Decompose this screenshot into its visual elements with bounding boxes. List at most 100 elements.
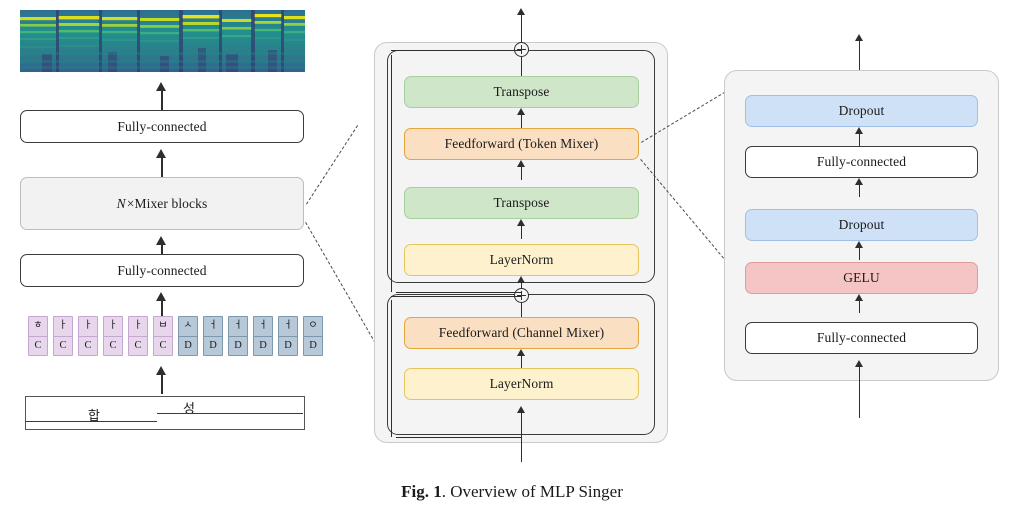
block-layernorm-channel-mixer[interactable]: LayerNorm xyxy=(404,368,639,400)
block-layernorm-token-mixer[interactable]: LayerNorm xyxy=(404,244,639,276)
block-label: Fully-connected xyxy=(117,262,207,278)
token-tag: C xyxy=(109,339,117,351)
token-tag: D xyxy=(259,339,267,351)
arrow-line-mixer-in xyxy=(521,412,522,462)
block-dropout-upper[interactable]: Dropout xyxy=(745,95,978,127)
figure-caption: Fig. 1. Overview of MLP Singer xyxy=(0,482,1024,502)
token-item[interactable]: ㅓ D xyxy=(253,316,273,356)
arrow-line-ln-channel-to-ff-channel xyxy=(521,355,522,368)
token-item[interactable]: ㅓ D xyxy=(203,316,223,356)
block-mixer-blocks[interactable]: N × Mixer blocks xyxy=(20,177,304,230)
arrow-line-mixer-to-fc-out xyxy=(161,155,163,177)
token-tag: C xyxy=(159,339,167,351)
figure-canvas: Fully-connected N × Mixer blocks Fully-con… xyxy=(0,0,1024,516)
token-glyph: ㅇ xyxy=(304,317,322,337)
token-tag: D xyxy=(234,339,242,351)
block-label: Transpose xyxy=(493,195,550,210)
arrow-head-transpose-bot-to-ff-token xyxy=(517,160,525,167)
score-stave-line-2 xyxy=(157,413,303,414)
skip-line-channel-top xyxy=(391,296,521,297)
arrow-head-ln-token-to-transpose-bot xyxy=(517,219,525,226)
expand-connector-top xyxy=(306,125,359,205)
token-item[interactable]: ㅏ C xyxy=(103,316,123,356)
arrow-line-fc2-to-dropout2 xyxy=(859,133,860,146)
lyrics-score[interactable]: 합 성 xyxy=(25,396,305,430)
arrow-head-fc2-to-dropout2 xyxy=(855,127,863,134)
token-item[interactable]: ㅏ C xyxy=(78,316,98,356)
token-item[interactable]: ㅇ D xyxy=(303,316,323,356)
token-glyph: ㅅ xyxy=(179,317,197,337)
token-tag: C xyxy=(134,339,142,351)
skip-line-token-bottom xyxy=(396,292,521,293)
token-tag: C xyxy=(84,339,92,351)
phoneme-token-sequence: ㅎ C ㅏ C ㅏ C ㅏ C ㅏ C ㅂ C ㅅ D ㅓ D ㅓ D ㅓ D … xyxy=(28,316,328,356)
token-item[interactable]: ㅓ D xyxy=(228,316,248,356)
block-fully-connected-output[interactable]: Fully-connected xyxy=(20,110,304,143)
score-stave-line-1 xyxy=(26,421,157,422)
mel-spectrogram xyxy=(20,10,305,72)
arrow-head-gelu-to-dropout1 xyxy=(855,241,863,248)
block-label: Dropout xyxy=(838,103,885,118)
block-label: Fully-connected xyxy=(117,118,207,134)
arrow-head-ln-channel-to-ff-channel xyxy=(517,349,525,356)
arrow-head-fc-out-to-spec xyxy=(156,82,166,91)
arrow-line-tokens-to-fc-in xyxy=(161,298,163,318)
block-label: Fully-connected xyxy=(816,154,907,169)
arrow-head-into-ln-token xyxy=(517,276,525,283)
token-item[interactable]: ㅏ C xyxy=(128,316,148,356)
arrow-line-ff-token-to-transpose-top xyxy=(521,114,522,128)
block-label: Transpose xyxy=(493,84,550,99)
block-feedforward-channel-mixer[interactable]: Feedforward (Channel Mixer) xyxy=(404,317,639,349)
token-item[interactable]: ㅏ C xyxy=(53,316,73,356)
mixer-count-n: N xyxy=(116,195,126,211)
token-glyph: ㅏ xyxy=(104,317,122,337)
block-label: LayerNorm xyxy=(489,376,554,391)
token-glyph: ㅏ xyxy=(129,317,147,337)
arrow-head-ff-out xyxy=(855,34,863,41)
token-tag: D xyxy=(209,339,217,351)
block-label: Feedforward (Token Mixer) xyxy=(444,136,599,151)
arrow-head-fc1-to-gelu xyxy=(855,294,863,301)
arrow-head-ff-in xyxy=(855,360,863,367)
arrow-head-tokens-to-fc-in xyxy=(156,292,166,301)
token-tag: D xyxy=(184,339,192,351)
block-fully-connected-upper[interactable]: Fully-connected xyxy=(745,146,978,178)
token-item[interactable]: ㅓ D xyxy=(278,316,298,356)
block-label: Dropout xyxy=(838,217,885,232)
token-tag: C xyxy=(34,339,42,351)
token-glyph: ㅓ xyxy=(254,317,272,337)
block-label: LayerNorm xyxy=(489,252,554,267)
token-glyph: ㅓ xyxy=(204,317,222,337)
block-label: GELU xyxy=(843,270,880,285)
arrow-head-fc-in-to-mixer xyxy=(156,236,166,245)
block-transpose-top[interactable]: Transpose xyxy=(404,76,639,108)
arrow-head-ff-token-to-transpose-top xyxy=(517,108,525,115)
block-dropout-lower[interactable]: Dropout xyxy=(745,209,978,241)
arrow-line-ff-in xyxy=(859,366,860,418)
arrow-line-ln-token-to-transpose-bot xyxy=(521,225,522,239)
score-note-2: 성 xyxy=(183,402,195,417)
token-tag: C xyxy=(59,339,67,351)
block-fully-connected-lower[interactable]: Fully-connected xyxy=(745,322,978,354)
token-glyph: ㅓ xyxy=(279,317,297,337)
skip-line-token-left xyxy=(391,55,392,292)
block-transpose-bottom[interactable]: Transpose xyxy=(404,187,639,219)
arrow-line-dropout1-to-fc2 xyxy=(859,184,860,197)
block-fully-connected-input[interactable]: Fully-connected xyxy=(20,254,304,287)
block-label: Fully-connected xyxy=(816,330,907,345)
block-feedforward-token-mixer[interactable]: Feedforward (Token Mixer) xyxy=(404,128,639,160)
arrow-line-score-to-tokens xyxy=(161,372,163,394)
token-glyph: ㅏ xyxy=(54,317,72,337)
token-glyph: ㅂ xyxy=(154,317,172,337)
token-tag: D xyxy=(284,339,292,351)
arrow-head-mixer-out xyxy=(517,8,525,15)
arrow-head-mixer-in xyxy=(517,406,525,413)
arrow-line-fc-out-to-spec xyxy=(161,88,163,110)
token-item[interactable]: ㅂ C xyxy=(153,316,173,356)
token-item[interactable]: ㅎ C xyxy=(28,316,48,356)
skip-line-channel-left xyxy=(391,300,392,437)
token-item[interactable]: ㅅ D xyxy=(178,316,198,356)
arrow-line-gelu-to-dropout1 xyxy=(859,247,860,260)
block-gelu[interactable]: GELU xyxy=(745,262,978,294)
skip-line-token-top xyxy=(391,50,521,51)
